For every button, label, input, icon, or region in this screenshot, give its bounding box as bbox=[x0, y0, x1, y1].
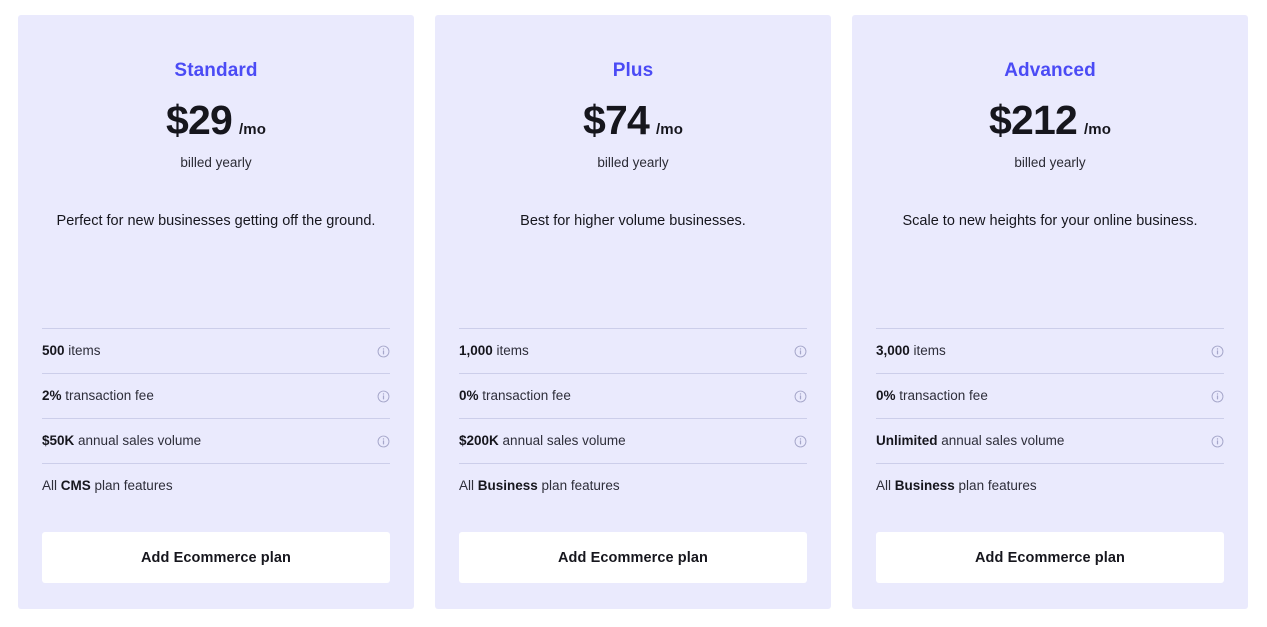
feature-label: 1,000 items bbox=[459, 342, 529, 358]
info-circle-icon[interactable] bbox=[794, 435, 807, 448]
plan-price-row: $74 /mo bbox=[459, 96, 807, 143]
feature-row: All Business plan features bbox=[876, 463, 1224, 508]
plan-price-amount: $29 bbox=[166, 96, 233, 143]
feature-row: 0% transaction fee bbox=[459, 373, 807, 418]
info-circle-icon[interactable] bbox=[794, 345, 807, 358]
feature-row: 2% transaction fee bbox=[42, 373, 390, 418]
plan-feature-list: 500 items 2% transaction fee $50K annual s… bbox=[42, 328, 390, 508]
feature-label: 0% transaction fee bbox=[876, 387, 988, 403]
feature-label: All CMS plan features bbox=[42, 477, 173, 493]
plan-description: Perfect for new businesses getting off t… bbox=[56, 212, 376, 229]
feature-row: $50K annual sales volume bbox=[42, 418, 390, 463]
plan-feature-list: 3,000 items 0% transaction fee Unlimited a… bbox=[876, 328, 1224, 508]
plan-card-plus: Plus $74 /mo billed yearly Best for high… bbox=[435, 15, 831, 609]
plan-name: Plus bbox=[612, 60, 654, 81]
pricing-plans-grid: Standard $29 /mo billed yearly Perfect f… bbox=[0, 0, 1267, 627]
plan-name: Standard bbox=[174, 60, 258, 81]
plan-name: Advanced bbox=[1004, 60, 1096, 81]
feature-label: 3,000 items bbox=[876, 342, 946, 358]
plan-billing-note: billed yearly bbox=[180, 154, 252, 170]
feature-label: All Business plan features bbox=[459, 477, 620, 493]
info-circle-icon[interactable] bbox=[1211, 435, 1224, 448]
feature-row: Unlimited annual sales volume bbox=[876, 418, 1224, 463]
info-circle-icon[interactable] bbox=[794, 390, 807, 403]
plan-price-row: $29 /mo bbox=[42, 96, 390, 143]
add-ecommerce-plan-button[interactable]: Add Ecommerce plan bbox=[459, 532, 807, 583]
layout-spacer bbox=[876, 235, 1224, 328]
add-ecommerce-plan-button[interactable]: Add Ecommerce plan bbox=[876, 532, 1224, 583]
plan-card-standard: Standard $29 /mo billed yearly Perfect f… bbox=[18, 15, 414, 609]
plan-billing-note: billed yearly bbox=[597, 154, 669, 170]
info-circle-icon[interactable] bbox=[377, 435, 390, 448]
plan-price-amount: $74 bbox=[583, 96, 650, 143]
plan-header: Advanced $212 /mo billed yearly bbox=[876, 15, 1224, 171]
plan-price-amount: $212 bbox=[989, 96, 1078, 143]
plan-price-period: /mo bbox=[656, 120, 683, 138]
plan-cta-wrapper: Add Ecommerce plan bbox=[459, 508, 807, 609]
plan-billing-note: billed yearly bbox=[1014, 154, 1086, 170]
plan-description: Best for higher volume businesses. bbox=[520, 212, 746, 229]
plan-price-period: /mo bbox=[239, 120, 266, 138]
plan-cta-wrapper: Add Ecommerce plan bbox=[876, 508, 1224, 609]
plan-card-advanced: Advanced $212 /mo billed yearly Scale to… bbox=[852, 15, 1248, 609]
feature-label: All Business plan features bbox=[876, 477, 1037, 493]
feature-label: 2% transaction fee bbox=[42, 387, 154, 403]
info-circle-icon[interactable] bbox=[1211, 345, 1224, 358]
plan-header: Plus $74 /mo billed yearly bbox=[459, 15, 807, 171]
feature-label: 500 items bbox=[42, 342, 101, 358]
plan-price-period: /mo bbox=[1084, 120, 1111, 138]
feature-row: 1,000 items bbox=[459, 328, 807, 373]
feature-label: Unlimited annual sales volume bbox=[876, 432, 1065, 448]
feature-row: All CMS plan features bbox=[42, 463, 390, 508]
feature-label: 0% transaction fee bbox=[459, 387, 571, 403]
feature-label: $50K annual sales volume bbox=[42, 432, 202, 448]
plan-feature-list: 1,000 items 0% transaction fee $200K annua… bbox=[459, 328, 807, 508]
plan-header: Standard $29 /mo billed yearly bbox=[42, 15, 390, 171]
info-circle-icon[interactable] bbox=[377, 345, 390, 358]
feature-row: 0% transaction fee bbox=[876, 373, 1224, 418]
add-ecommerce-plan-button[interactable]: Add Ecommerce plan bbox=[42, 532, 390, 583]
plan-description: Scale to new heights for your online bus… bbox=[902, 212, 1198, 229]
feature-row: $200K annual sales volume bbox=[459, 418, 807, 463]
info-circle-icon[interactable] bbox=[1211, 390, 1224, 403]
layout-spacer bbox=[42, 235, 390, 328]
plan-cta-wrapper: Add Ecommerce plan bbox=[42, 508, 390, 609]
feature-row: 500 items bbox=[42, 328, 390, 373]
feature-row: All Business plan features bbox=[459, 463, 807, 508]
plan-price-row: $212 /mo bbox=[876, 96, 1224, 143]
layout-spacer bbox=[459, 235, 807, 328]
info-circle-icon[interactable] bbox=[377, 390, 390, 403]
feature-label: $200K annual sales volume bbox=[459, 432, 626, 448]
feature-row: 3,000 items bbox=[876, 328, 1224, 373]
